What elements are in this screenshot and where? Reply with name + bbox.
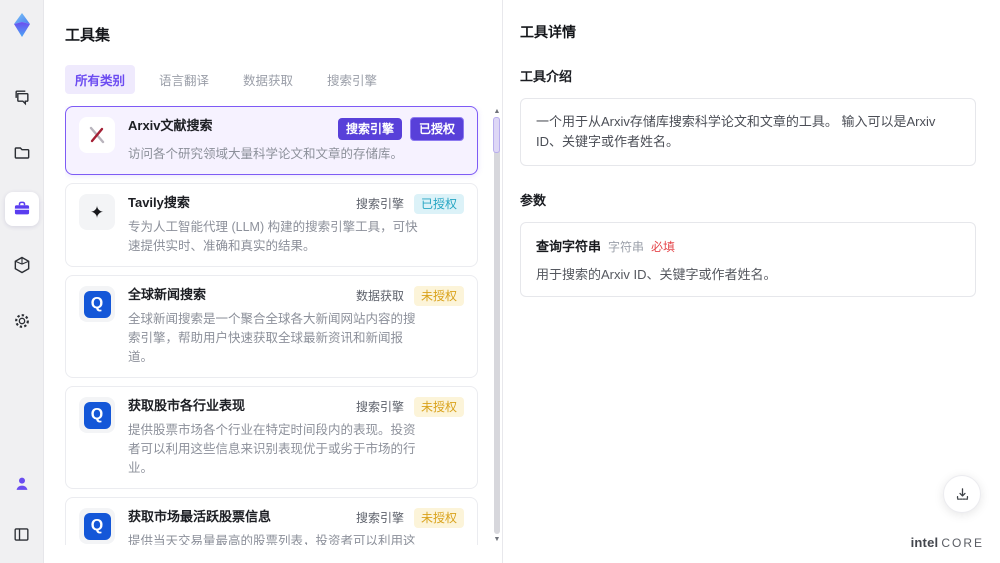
tool-chips: 搜索引擎 已授权	[337, 117, 464, 141]
tool-card-global-news[interactable]: Q 全球新闻搜索 数据获取 未授权 全球新闻搜索是一个聚合全球各大新闻网站内容的…	[65, 275, 478, 378]
param-box: 查询字符串 字符串 必填 用于搜索的Arxiv ID、关键字或作者姓名。	[520, 222, 976, 297]
download-button[interactable]	[943, 475, 981, 513]
download-icon	[956, 487, 968, 500]
tool-chips: 数据获取 未授权	[354, 286, 464, 306]
folder-icon	[14, 147, 29, 159]
tool-chips: 搜索引擎 未授权	[354, 397, 464, 417]
scrollbar-track[interactable]	[493, 117, 500, 534]
user-avatar-button[interactable]	[5, 467, 39, 501]
intel-core-logo: intel core	[911, 535, 984, 550]
arxiv-logo-icon	[79, 117, 115, 153]
user-icon	[16, 477, 27, 490]
page-title: 工具集	[65, 27, 111, 44]
tool-card-active-stocks[interactable]: Q 获取市场最活跃股票信息 搜索引擎 未授权 提供当天交易量最高的股票列表，投资…	[65, 497, 478, 545]
tool-card-sector-performance[interactable]: Q 获取股市各行业表现 搜索引擎 未授权 提供股票市场各个行业在特定时间段内的表…	[65, 386, 478, 489]
category-badge: 搜索引擎	[355, 197, 404, 211]
detail-title: 工具详情	[520, 24, 576, 40]
tool-card-tavily[interactable]: ✦ Tavily搜索 搜索引擎 已授权 专为人工智能代理 (LLM) 构建的搜索…	[65, 183, 478, 267]
tab-search-engine[interactable]: 搜索引擎	[317, 65, 387, 94]
tab-all-categories[interactable]: 所有类别	[65, 65, 136, 94]
scroll-up-arrow-icon[interactable]: ▲	[493, 108, 501, 115]
tool-detail-panel: 工具详情 工具介绍 一个用于从Arxiv存储库搜索科学论文和文章的工具。 输入可…	[503, 0, 1000, 563]
scrollbar-thumb[interactable]	[493, 117, 500, 153]
tool-description: 访问各个研究领域大量科学论文和文章的存储库。	[128, 147, 404, 161]
chat-icon	[14, 90, 29, 106]
tool-description: 提供当天交易量最高的股票列表，投资者可以利用这些信息来识别流动性强的股票和潜在的…	[128, 534, 416, 545]
card-body: 获取市场最活跃股票信息 搜索引擎 未授权 提供当天交易量最高的股票列表，投资者可…	[128, 508, 464, 545]
sidebar-item-chat[interactable]	[5, 80, 39, 114]
gear-icon	[14, 314, 29, 328]
scroll-down-arrow-icon[interactable]: ▼	[493, 536, 501, 543]
intro-heading: 工具介绍	[520, 69, 573, 84]
auth-status-badge: 已授权	[409, 117, 464, 141]
sidebar	[0, 0, 44, 563]
tool-chips: 搜索引擎 已授权	[354, 194, 464, 214]
params-heading: 参数	[520, 193, 547, 208]
tool-card-arxiv[interactable]: Arxiv文献搜索 搜索引擎 已授权 访问各个研究领域大量科学论文和文章的存储库…	[65, 106, 478, 175]
list-scrollbar[interactable]: ▲ ▼	[493, 106, 501, 545]
tab-language-translation[interactable]: 语言翻译	[149, 65, 219, 94]
tool-description: 专为人工智能代理 (LLM) 构建的搜索引擎工具，可快速提供实时、准确和真实的结…	[128, 220, 418, 253]
panel-layout-icon	[14, 527, 29, 541]
tab-data-fetching[interactable]: 数据获取	[233, 65, 303, 94]
intro-text: 一个用于从Arxiv存储库搜索科学论文和文章的工具。 输入可以是Arxiv ID…	[536, 114, 936, 149]
tool-name: 获取市场最活跃股票信息	[128, 509, 272, 524]
tavily-star-icon: ✦	[79, 194, 115, 230]
gem-logo-icon	[13, 13, 30, 37]
stock-api-q-icon: Q	[79, 508, 115, 544]
tool-name: Arxiv文献搜索	[128, 118, 213, 133]
category-badge: 搜索引擎	[355, 511, 404, 525]
sidebar-item-files[interactable]	[5, 136, 39, 170]
app-logo[interactable]	[7, 10, 37, 40]
tool-name: 获取股市各行业表现	[128, 398, 246, 413]
tool-name: Tavily搜索	[128, 195, 190, 210]
core-brand-text: core	[941, 536, 984, 550]
news-api-q-icon: Q	[79, 286, 115, 322]
intro-box: 一个用于从Arxiv存储库搜索科学论文和文章的工具。 输入可以是Arxiv ID…	[520, 98, 976, 166]
sidebar-item-tools[interactable]	[4, 192, 39, 226]
sidebar-nav	[4, 80, 39, 338]
sidebar-item-settings[interactable]	[5, 304, 39, 338]
category-badge: 搜索引擎	[355, 400, 404, 414]
cube-icon	[14, 256, 29, 274]
category-badge: 数据获取	[355, 289, 404, 303]
param-name: 查询字符串	[536, 239, 602, 254]
auth-status-badge: 未授权	[413, 286, 464, 306]
param-description: 用于搜索的Arxiv ID、关键字或作者姓名。	[536, 267, 777, 282]
card-body: Arxiv文献搜索 搜索引擎 已授权 访问各个研究领域大量科学论文和文章的存储库…	[128, 117, 464, 164]
tool-chips: 搜索引擎 未授权	[354, 508, 464, 528]
auth-status-badge: 已授权	[413, 194, 464, 214]
card-body: 全球新闻搜索 数据获取 未授权 全球新闻搜索是一个聚合全球各大新闻网站内容的搜索…	[128, 286, 464, 367]
tool-description: 全球新闻搜索是一个聚合全球各大新闻网站内容的搜索引擎，帮助用户快速获取全球最新资…	[128, 312, 416, 364]
tool-list-panel: 工具集 所有类别 语言翻译 数据获取 搜索引擎 Arxiv文献搜索 搜索引擎 已…	[44, 0, 503, 563]
sidebar-item-models[interactable]	[5, 248, 39, 282]
category-badge: 搜索引擎	[337, 118, 402, 140]
tool-list: Arxiv文献搜索 搜索引擎 已授权 访问各个研究领域大量科学论文和文章的存储库…	[65, 106, 501, 545]
card-body: Tavily搜索 搜索引擎 已授权 专为人工智能代理 (LLM) 构建的搜索引擎…	[128, 194, 464, 256]
sidebar-bottom	[5, 467, 39, 551]
category-tabs: 所有类别 语言翻译 数据获取 搜索引擎	[65, 65, 502, 94]
auth-status-badge: 未授权	[413, 397, 464, 417]
param-required-badge: 必填	[651, 240, 676, 254]
param-type: 字符串	[608, 240, 645, 254]
briefcase-icon	[14, 201, 29, 215]
tool-name: 全球新闻搜索	[128, 287, 207, 302]
auth-status-badge: 未授权	[413, 508, 464, 528]
intel-brand-text: intel	[910, 535, 939, 550]
collapse-panel-button[interactable]	[5, 517, 39, 551]
tool-description: 提供股票市场各个行业在特定时间段内的表现。投资者可以利用这些信息来识别表现优于或…	[128, 423, 416, 475]
card-body: 获取股市各行业表现 搜索引擎 未授权 提供股票市场各个行业在特定时间段内的表现。…	[128, 397, 464, 478]
stock-api-q-icon: Q	[79, 397, 115, 433]
